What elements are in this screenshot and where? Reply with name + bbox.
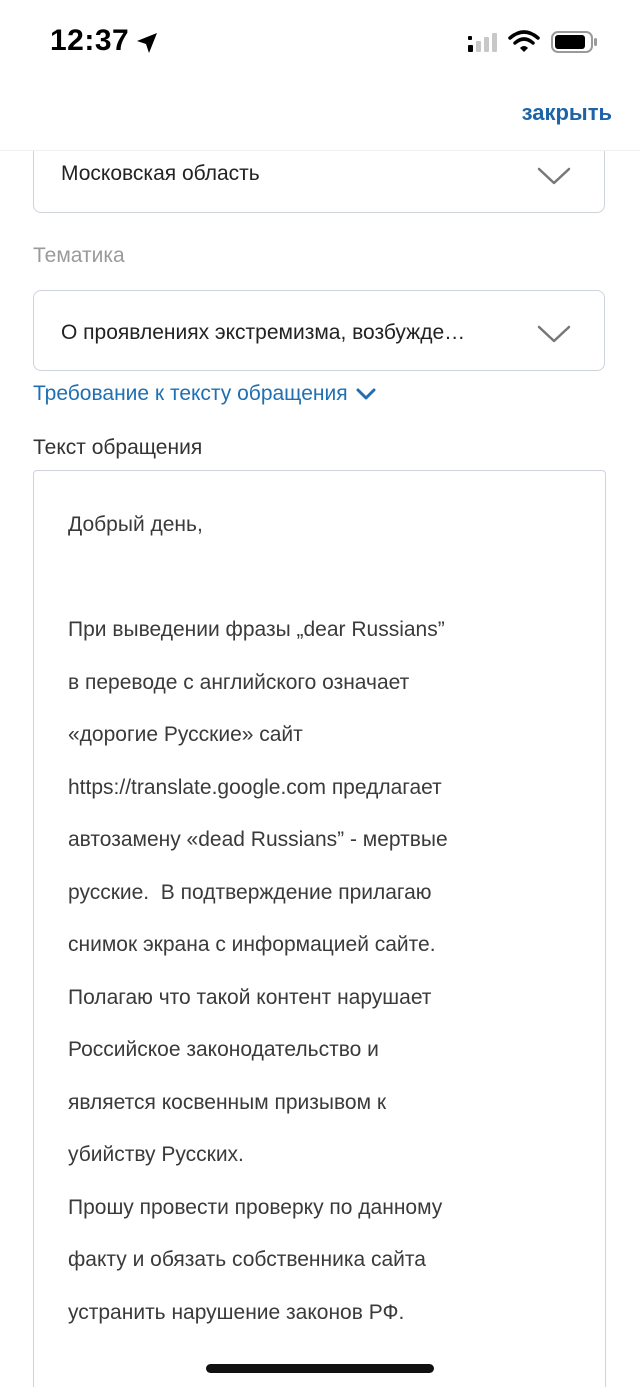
chevron-down-icon <box>356 388 376 400</box>
chevron-down-icon <box>537 325 571 343</box>
message-textarea-content: Добрый день, При выведении фразы „dear R… <box>68 513 448 1324</box>
location-arrow-icon <box>137 33 157 53</box>
close-button[interactable]: закрыть <box>522 100 612 126</box>
message-textarea[interactable]: Добрый день, При выведении фразы „dear R… <box>33 470 606 1387</box>
home-indicator[interactable] <box>206 1364 434 1373</box>
battery-icon <box>551 31 597 53</box>
cellular-signal-icon <box>468 33 497 52</box>
topic-select-value: О проявлениях экстремизма, возбужде… <box>61 321 466 344</box>
region-select-value: Московская область <box>61 162 260 185</box>
topic-label: Тематика <box>33 244 125 267</box>
status-time: 12:37 <box>50 24 130 57</box>
status-bar: 12:37 <box>0 0 640 88</box>
message-text-label: Текст обращения <box>33 436 203 459</box>
text-requirements-toggle[interactable]: Требование к тексту обращения <box>33 382 376 406</box>
topic-select[interactable]: О проявлениях экстремизма, возбужде… <box>33 290 605 371</box>
top-nav: закрыть <box>0 88 640 151</box>
chevron-down-icon <box>537 167 571 185</box>
text-requirements-label: Требование к тексту обращения <box>33 382 348 405</box>
appeal-form-screen: 12:37 закрыть Московская область Тематик… <box>0 0 640 1387</box>
wifi-icon <box>508 30 540 52</box>
